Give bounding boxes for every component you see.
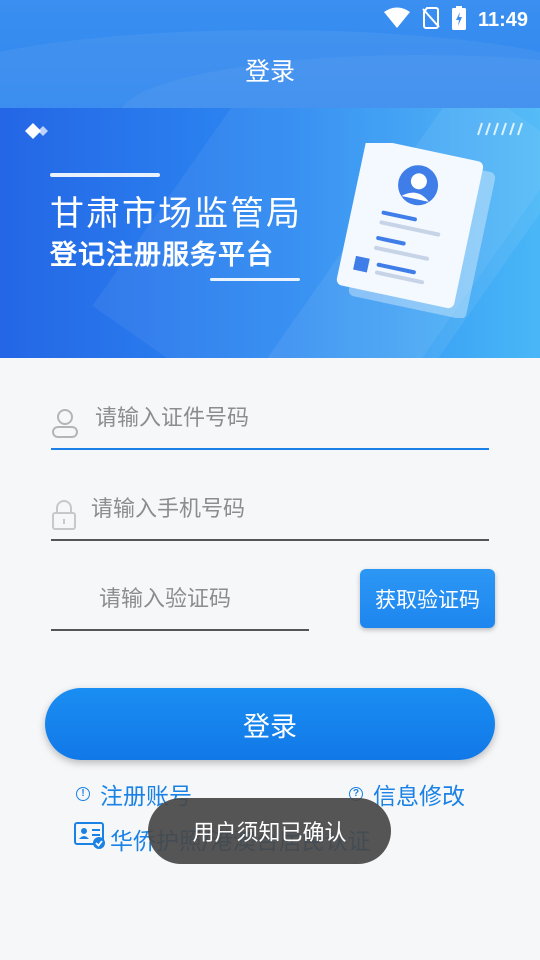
phone-field [51, 491, 489, 541]
phone-input[interactable] [91, 497, 471, 522]
login-button[interactable]: 登录 [45, 688, 495, 760]
banner-title: 甘肃市场监管局 [50, 194, 302, 234]
toast-message: 用户须知已确认 [148, 798, 391, 864]
wifi-icon [383, 7, 410, 33]
banner-accent-line [210, 278, 300, 281]
slash-decoration [474, 122, 528, 139]
no-sim-icon [422, 7, 440, 33]
verification-code-field [51, 581, 309, 631]
battery-charging-icon [451, 6, 466, 34]
info-icon: ! [76, 787, 90, 801]
app-header: 11:49 登录 [0, 0, 540, 108]
field-underline [51, 448, 489, 450]
lock-icon [51, 499, 77, 535]
hero-banner: 甘肃市场监管局 登记注册服务平台 [0, 108, 540, 358]
banner-accent-line [50, 173, 160, 177]
id-number-field [51, 400, 489, 450]
banner-subtitle: 登记注册服务平台 [50, 240, 274, 271]
id-card-verified-icon [74, 822, 106, 856]
verification-code-input[interactable] [99, 587, 299, 612]
status-bar: 11:49 [0, 0, 540, 36]
status-time: 11:49 [477, 8, 528, 31]
document-illustration-icon [322, 138, 502, 322]
id-number-input[interactable] [95, 406, 475, 431]
field-underline [51, 539, 489, 541]
get-code-button[interactable]: 获取验证码 [360, 569, 495, 628]
diamond-decoration-icon [24, 122, 52, 144]
edit-info-link-label: 信息修改 [373, 784, 465, 810]
user-icon [51, 408, 79, 442]
page-title: 登录 [244, 57, 295, 86]
field-underline [51, 629, 309, 631]
